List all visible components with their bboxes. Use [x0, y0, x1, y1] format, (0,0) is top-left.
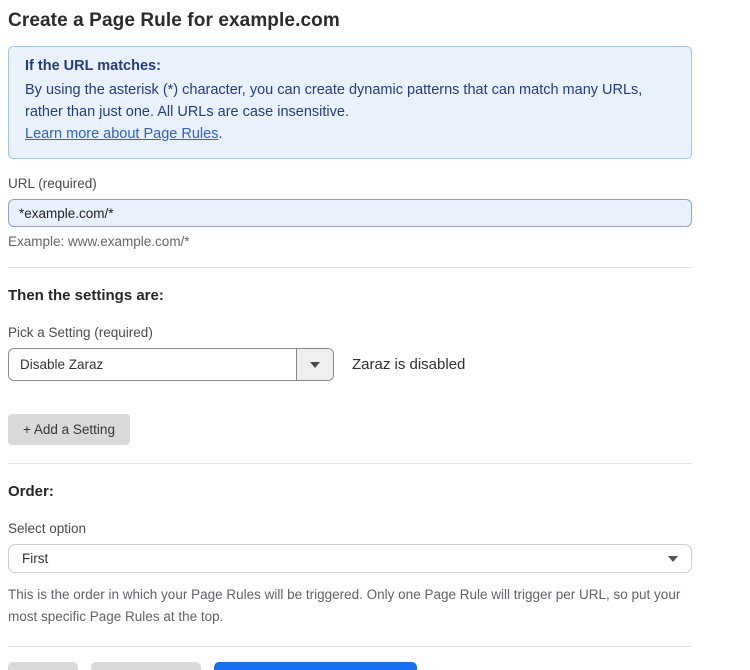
form-actions: Cancel Save as Draft Save and Deploy Pag…: [8, 662, 692, 670]
add-setting-button[interactable]: + Add a Setting: [8, 414, 130, 445]
order-select-label: Select option: [8, 521, 692, 536]
setting-select-arrow-button[interactable]: [296, 349, 333, 380]
url-example-text: Example: www.example.com/*: [8, 234, 692, 249]
setting-status-text: Zaraz is disabled: [352, 356, 465, 373]
order-select-value: First: [22, 551, 48, 566]
setting-row: Disable Zaraz Zaraz is disabled: [8, 348, 692, 381]
page-title: Create a Page Rule for example.com: [8, 10, 692, 32]
save-deploy-button[interactable]: Save and Deploy Page Rule: [214, 662, 418, 670]
info-banner-body: By using the asterisk (*) character, you…: [25, 79, 655, 123]
url-field-label: URL (required): [8, 176, 692, 191]
order-section-heading: Order:: [8, 483, 692, 500]
url-match-info-banner: If the URL matches: By using the asteris…: [8, 46, 692, 159]
save-draft-button[interactable]: Save as Draft: [91, 662, 201, 670]
divider: [8, 646, 692, 647]
chevron-down-icon: [668, 556, 678, 562]
cancel-button[interactable]: Cancel: [8, 662, 78, 670]
divider: [8, 463, 692, 464]
divider: [8, 267, 692, 268]
order-help-text: This is the order in which your Page Rul…: [8, 584, 688, 628]
url-input[interactable]: [8, 199, 692, 227]
setting-select-value: Disable Zaraz: [9, 349, 296, 380]
setting-select[interactable]: Disable Zaraz: [8, 348, 334, 381]
order-select[interactable]: First: [8, 544, 692, 573]
settings-section-heading: Then the settings are:: [8, 287, 692, 304]
chevron-down-icon: [310, 362, 320, 368]
info-banner-heading: If the URL matches:: [25, 58, 675, 74]
learn-more-link[interactable]: Learn more about Page Rules: [25, 126, 218, 142]
setting-picker-label: Pick a Setting (required): [8, 325, 692, 340]
link-suffix: .: [218, 126, 222, 142]
page-rule-form: Create a Page Rule for example.com If th…: [8, 0, 692, 670]
